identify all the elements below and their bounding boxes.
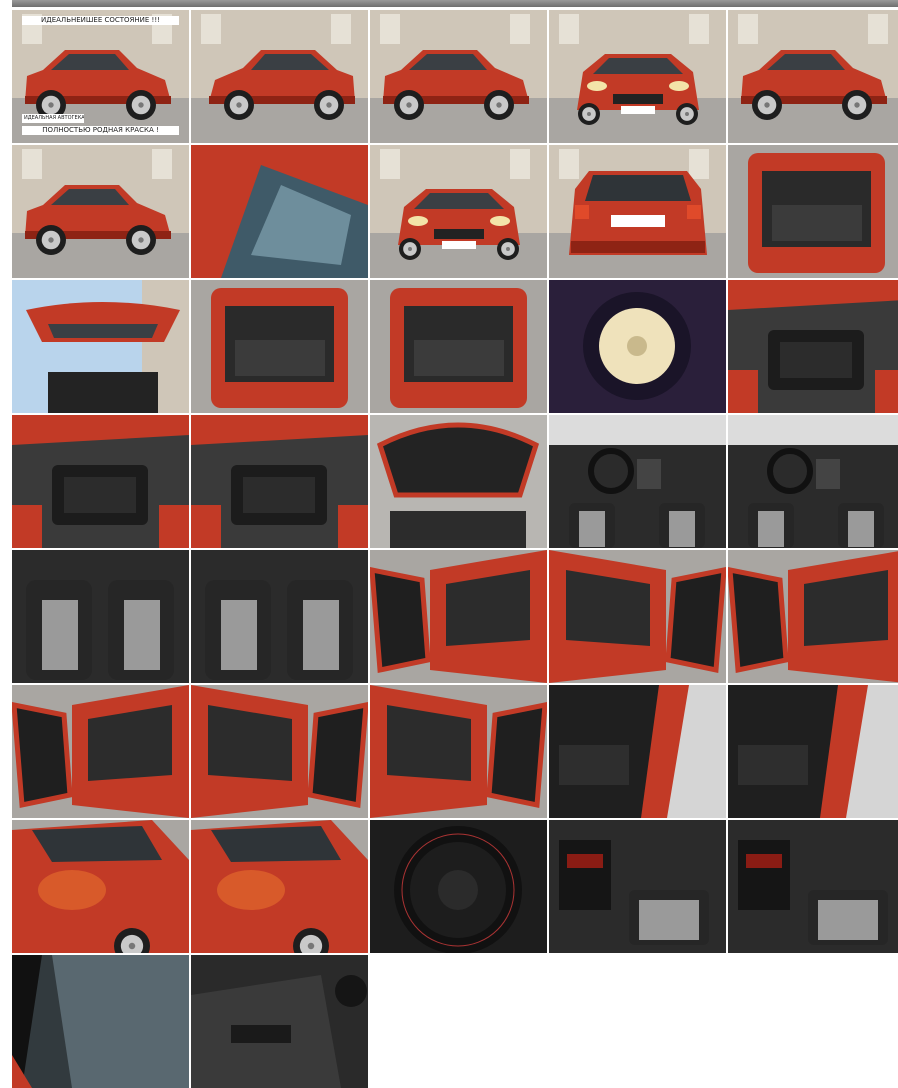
photo-thumbnail[interactable] (728, 550, 898, 683)
photo-image (12, 280, 189, 413)
photo-image (12, 415, 189, 548)
photo-image (549, 10, 726, 143)
photo-thumbnail[interactable] (549, 550, 726, 683)
photo-thumbnail[interactable] (12, 955, 189, 1088)
photo-image (728, 145, 898, 278)
photo-thumbnail[interactable] (191, 280, 368, 413)
photo-image (12, 550, 189, 683)
photo-image (12, 820, 189, 953)
photo-thumbnail[interactable] (549, 685, 726, 818)
photo-image (12, 955, 189, 1088)
photo-image (728, 685, 898, 818)
photo-image (549, 415, 726, 548)
photo-image (370, 415, 547, 548)
photo-thumbnail[interactable] (549, 820, 726, 953)
photo-thumbnail[interactable] (12, 145, 189, 278)
photo-image (549, 685, 726, 818)
photo-thumbnail[interactable] (370, 820, 547, 953)
photo-image (191, 280, 368, 413)
photo-thumbnail[interactable] (12, 820, 189, 953)
photo-thumbnail[interactable] (549, 10, 726, 143)
photo-thumbnail[interactable] (370, 145, 547, 278)
photo-thumbnail[interactable] (728, 145, 898, 278)
photo-image (191, 550, 368, 683)
photo-thumbnail[interactable] (728, 10, 898, 143)
photo-thumbnail[interactable]: ИДЕАЛЬНЕЙШЕЕ СОСТОЯНИЕ !!! ИДЕАЛЬНАЯ АВТО… (12, 10, 189, 143)
photo-image (728, 280, 898, 413)
photo-thumbnail[interactable] (12, 415, 189, 548)
photo-image (370, 820, 547, 953)
photo-thumbnail[interactable] (370, 280, 547, 413)
photo-image (191, 415, 368, 548)
photo-thumbnail[interactable] (549, 280, 726, 413)
photo-image (370, 550, 547, 683)
photo-caption-bottom: ПОЛНОСТЬЮ РОДНАЯ КРАСКА ! (22, 126, 179, 135)
photo-image (191, 955, 368, 1088)
photo-image (549, 280, 726, 413)
photo-image (191, 820, 368, 953)
photo-gallery: ИДЕАЛЬНЕЙШЕЕ СОСТОЯНИЕ !!! ИДЕАЛЬНАЯ АВТО… (12, 10, 898, 1088)
photo-thumbnail[interactable] (728, 415, 898, 548)
photo-image (549, 820, 726, 953)
photo-image (12, 685, 189, 818)
photo-image (370, 145, 547, 278)
photo-thumbnail[interactable] (191, 685, 368, 818)
photo-thumbnail[interactable] (191, 820, 368, 953)
photo-image (12, 145, 189, 278)
photo-caption-top: ИДЕАЛЬНЕЙШЕЕ СОСТОЯНИЕ !!! (22, 16, 179, 25)
photo-thumbnail[interactable] (191, 955, 368, 1088)
photo-image (728, 550, 898, 683)
photo-thumbnail[interactable] (12, 550, 189, 683)
photo-image (728, 10, 898, 143)
photo-thumbnail[interactable] (549, 415, 726, 548)
photo-thumbnail[interactable] (12, 685, 189, 818)
photo-thumbnail[interactable] (191, 10, 368, 143)
photo-image (370, 685, 547, 818)
photo-image (370, 280, 547, 413)
photo-thumbnail[interactable] (191, 145, 368, 278)
previous-row-strip (12, 0, 898, 7)
photo-image (370, 10, 547, 143)
photo-image (728, 820, 898, 953)
photo-image (549, 145, 726, 278)
photo-image (191, 145, 368, 278)
photo-thumbnail[interactable] (370, 550, 547, 683)
photo-thumbnail[interactable] (728, 820, 898, 953)
photo-thumbnail[interactable] (728, 685, 898, 818)
photo-image (728, 415, 898, 548)
photo-thumbnail[interactable] (191, 415, 368, 548)
photo-image (12, 10, 189, 143)
photo-thumbnail[interactable] (370, 685, 547, 818)
photo-thumbnail[interactable] (370, 10, 547, 143)
photo-thumbnail[interactable] (12, 280, 189, 413)
photo-image (191, 685, 368, 818)
photo-thumbnail[interactable] (191, 550, 368, 683)
photo-thumbnail[interactable] (370, 415, 547, 548)
photo-thumbnail[interactable] (549, 145, 726, 278)
photo-image (191, 10, 368, 143)
photo-image (549, 550, 726, 683)
photo-caption-small: ИДЕАЛЬНАЯ АВТОГЕКА (22, 114, 84, 123)
photo-thumbnail[interactable] (728, 280, 898, 413)
